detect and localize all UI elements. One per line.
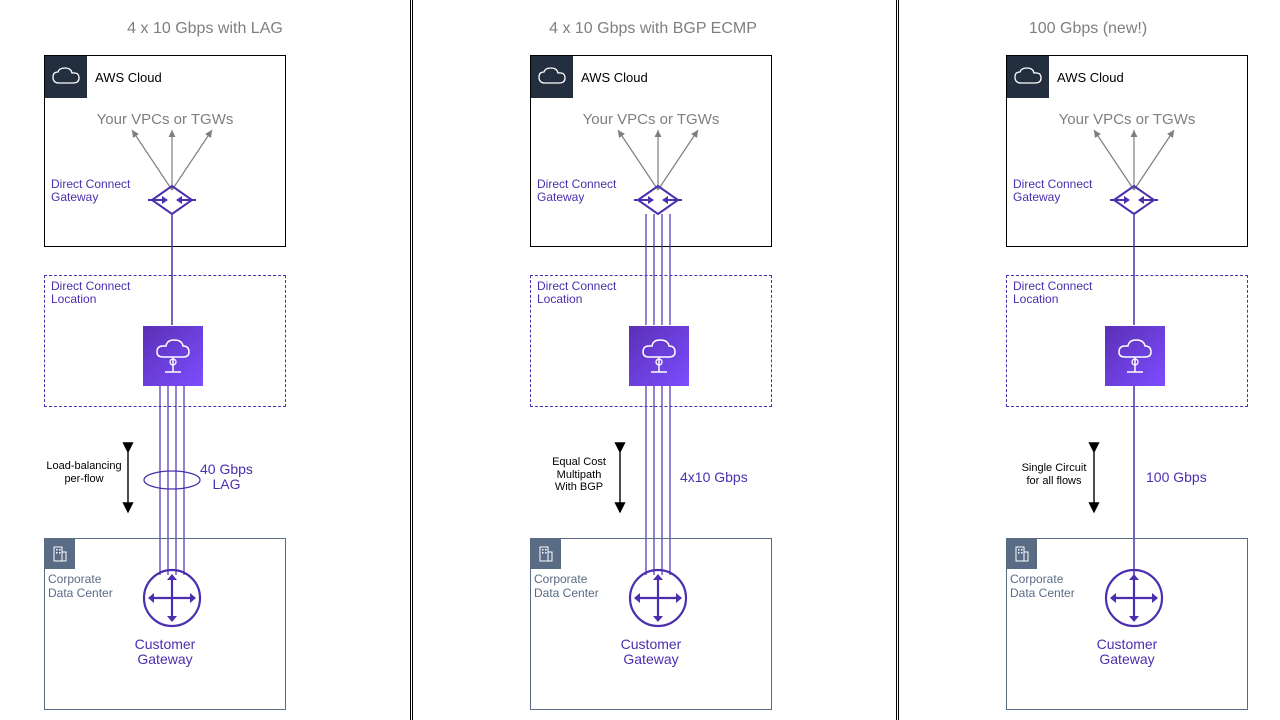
column-100g: 100 Gbps (new!) AWS Cloud Your VPCs or T…	[896, 0, 1280, 720]
cloud-icon	[45, 56, 87, 98]
vpc-label: Your VPCs or TGWs	[531, 111, 771, 128]
aws-cloud-box: AWS Cloud Your VPCs or TGWs Direct Conne…	[44, 55, 286, 247]
column-ecmp: 4 x 10 Gbps with BGP ECMP AWS Cloud Your…	[410, 0, 896, 720]
right-annotation: 40 GbpsLAG	[200, 462, 253, 493]
dcl-label: Direct ConnectLocation	[51, 280, 130, 306]
corporate-data-center-box: CorporateData Center CustomerGateway	[44, 538, 286, 710]
aws-cloud-box: AWS Cloud Your VPCs or TGWs Direct Conne…	[1006, 55, 1248, 247]
corporate-data-center-box: CorporateData Center CustomerGateway	[530, 538, 772, 710]
right-annotation: 100 Gbps	[1146, 470, 1207, 485]
dcg-label: Direct ConnectGateway	[51, 178, 130, 204]
dcl-label: Direct ConnectLocation	[537, 280, 616, 306]
direct-connect-location-box: Direct ConnectLocation	[530, 275, 772, 407]
building-icon	[531, 539, 561, 569]
vpc-label: Your VPCs or TGWs	[45, 111, 285, 128]
aws-cloud-label: AWS Cloud	[1057, 70, 1124, 85]
left-annotation: Load-balancingper-flow	[44, 460, 124, 485]
direct-connect-location-box: Direct ConnectLocation	[1006, 275, 1248, 407]
left-annotation: Single Circuitfor all flows	[1018, 462, 1090, 487]
cdc-label: CorporateData Center	[48, 573, 113, 601]
cloud-icon	[531, 56, 573, 98]
cdc-label: CorporateData Center	[1010, 573, 1075, 601]
column-title: 100 Gbps (new!)	[896, 20, 1280, 38]
direct-connect-location-box: Direct ConnectLocation	[44, 275, 286, 407]
cgw-label: CustomerGateway	[531, 637, 771, 668]
aws-cloud-label: AWS Cloud	[95, 70, 162, 85]
right-annotation: 4x10 Gbps	[680, 470, 748, 485]
diagram-columns: 4 x 10 Gbps with LAG AWS Cloud Your VPCs…	[0, 0, 1280, 720]
aws-cloud-label: AWS Cloud	[581, 70, 648, 85]
building-icon	[1007, 539, 1037, 569]
aws-header: AWS Cloud	[531, 56, 648, 98]
dcg-label: Direct ConnectGateway	[1013, 178, 1092, 204]
direct-connect-icon	[629, 326, 689, 386]
vpc-label: Your VPCs or TGWs	[1007, 111, 1247, 128]
building-icon	[45, 539, 75, 569]
cloud-icon	[1007, 56, 1049, 98]
direct-connect-icon	[1105, 326, 1165, 386]
column-title: 4 x 10 Gbps with LAG	[0, 20, 410, 38]
dcl-label: Direct ConnectLocation	[1013, 280, 1092, 306]
cgw-label: CustomerGateway	[45, 637, 285, 668]
direct-connect-icon	[143, 326, 203, 386]
cdc-label: CorporateData Center	[534, 573, 599, 601]
aws-header: AWS Cloud	[1007, 56, 1124, 98]
aws-header: AWS Cloud	[45, 56, 162, 98]
aws-cloud-box: AWS Cloud Your VPCs or TGWs Direct Conne…	[530, 55, 772, 247]
column-title: 4 x 10 Gbps with BGP ECMP	[410, 20, 896, 38]
corporate-data-center-box: CorporateData Center CustomerGateway	[1006, 538, 1248, 710]
column-lag: 4 x 10 Gbps with LAG AWS Cloud Your VPCs…	[0, 0, 410, 720]
dcg-label: Direct ConnectGateway	[537, 178, 616, 204]
cgw-label: CustomerGateway	[1007, 637, 1247, 668]
left-annotation: Equal CostMultipathWith BGP	[543, 456, 615, 494]
